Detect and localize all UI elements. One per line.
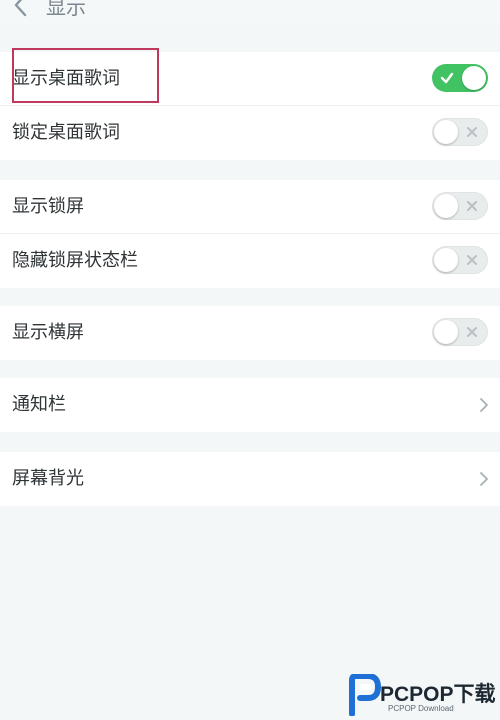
watermark: PCPOP下载 PCPOP Download bbox=[344, 674, 500, 720]
close-icon bbox=[467, 255, 477, 265]
close-icon bbox=[467, 201, 477, 211]
setting-row-show-landscape[interactable]: 显示横屏 bbox=[0, 306, 500, 360]
chevron-right-icon bbox=[480, 472, 488, 486]
backlight-settings-group: 屏幕背光 bbox=[0, 452, 500, 506]
toggle-knob bbox=[462, 66, 486, 90]
show-landscape-toggle[interactable] bbox=[432, 318, 488, 346]
lockscreen-settings-group: 显示锁屏 隐藏锁屏状态栏 bbox=[0, 180, 500, 288]
setting-label: 通知栏 bbox=[12, 394, 66, 415]
toggle-knob bbox=[434, 320, 458, 344]
chevron-right-icon bbox=[480, 398, 488, 412]
toggle-knob bbox=[434, 248, 458, 272]
pcpop-logo-icon bbox=[349, 674, 382, 716]
close-icon bbox=[467, 327, 477, 337]
toggle-knob bbox=[434, 120, 458, 144]
toggle-knob bbox=[434, 194, 458, 218]
setting-row-screen-backlight[interactable]: 屏幕背光 bbox=[0, 452, 500, 506]
setting-label: 锁定桌面歌词 bbox=[12, 122, 120, 143]
landscape-settings-group: 显示横屏 bbox=[0, 306, 500, 360]
close-icon bbox=[467, 127, 477, 137]
setting-row-show-desktop-lyrics[interactable]: 显示桌面歌词 bbox=[0, 52, 500, 106]
check-icon bbox=[440, 72, 454, 84]
notification-settings-group: 通知栏 bbox=[0, 378, 500, 432]
lock-desktop-lyrics-toggle[interactable] bbox=[432, 118, 488, 146]
show-desktop-lyrics-toggle[interactable] bbox=[432, 64, 488, 92]
show-lockscreen-toggle[interactable] bbox=[432, 192, 488, 220]
setting-row-hide-lockscreen-statusbar[interactable]: 隐藏锁屏状态栏 bbox=[0, 234, 500, 288]
top-bar: 显示 bbox=[0, 0, 500, 24]
setting-row-notification-bar[interactable]: 通知栏 bbox=[0, 378, 500, 432]
setting-label: 显示锁屏 bbox=[12, 196, 84, 217]
setting-label: 显示横屏 bbox=[12, 322, 84, 343]
setting-label: 显示桌面歌词 bbox=[12, 68, 120, 89]
hide-lockscreen-statusbar-toggle[interactable] bbox=[432, 246, 488, 274]
lyrics-settings-group: 显示桌面歌词 锁定桌面歌词 bbox=[0, 52, 500, 160]
setting-row-show-lockscreen[interactable]: 显示锁屏 bbox=[0, 180, 500, 234]
setting-label: 隐藏锁屏状态栏 bbox=[12, 250, 138, 271]
page-title: 显示 bbox=[46, 0, 86, 19]
watermark-sub: PCPOP Download bbox=[388, 704, 454, 713]
back-arrow-icon[interactable] bbox=[10, 0, 32, 18]
setting-row-lock-desktop-lyrics[interactable]: 锁定桌面歌词 bbox=[0, 106, 500, 160]
setting-label: 屏幕背光 bbox=[12, 468, 84, 489]
